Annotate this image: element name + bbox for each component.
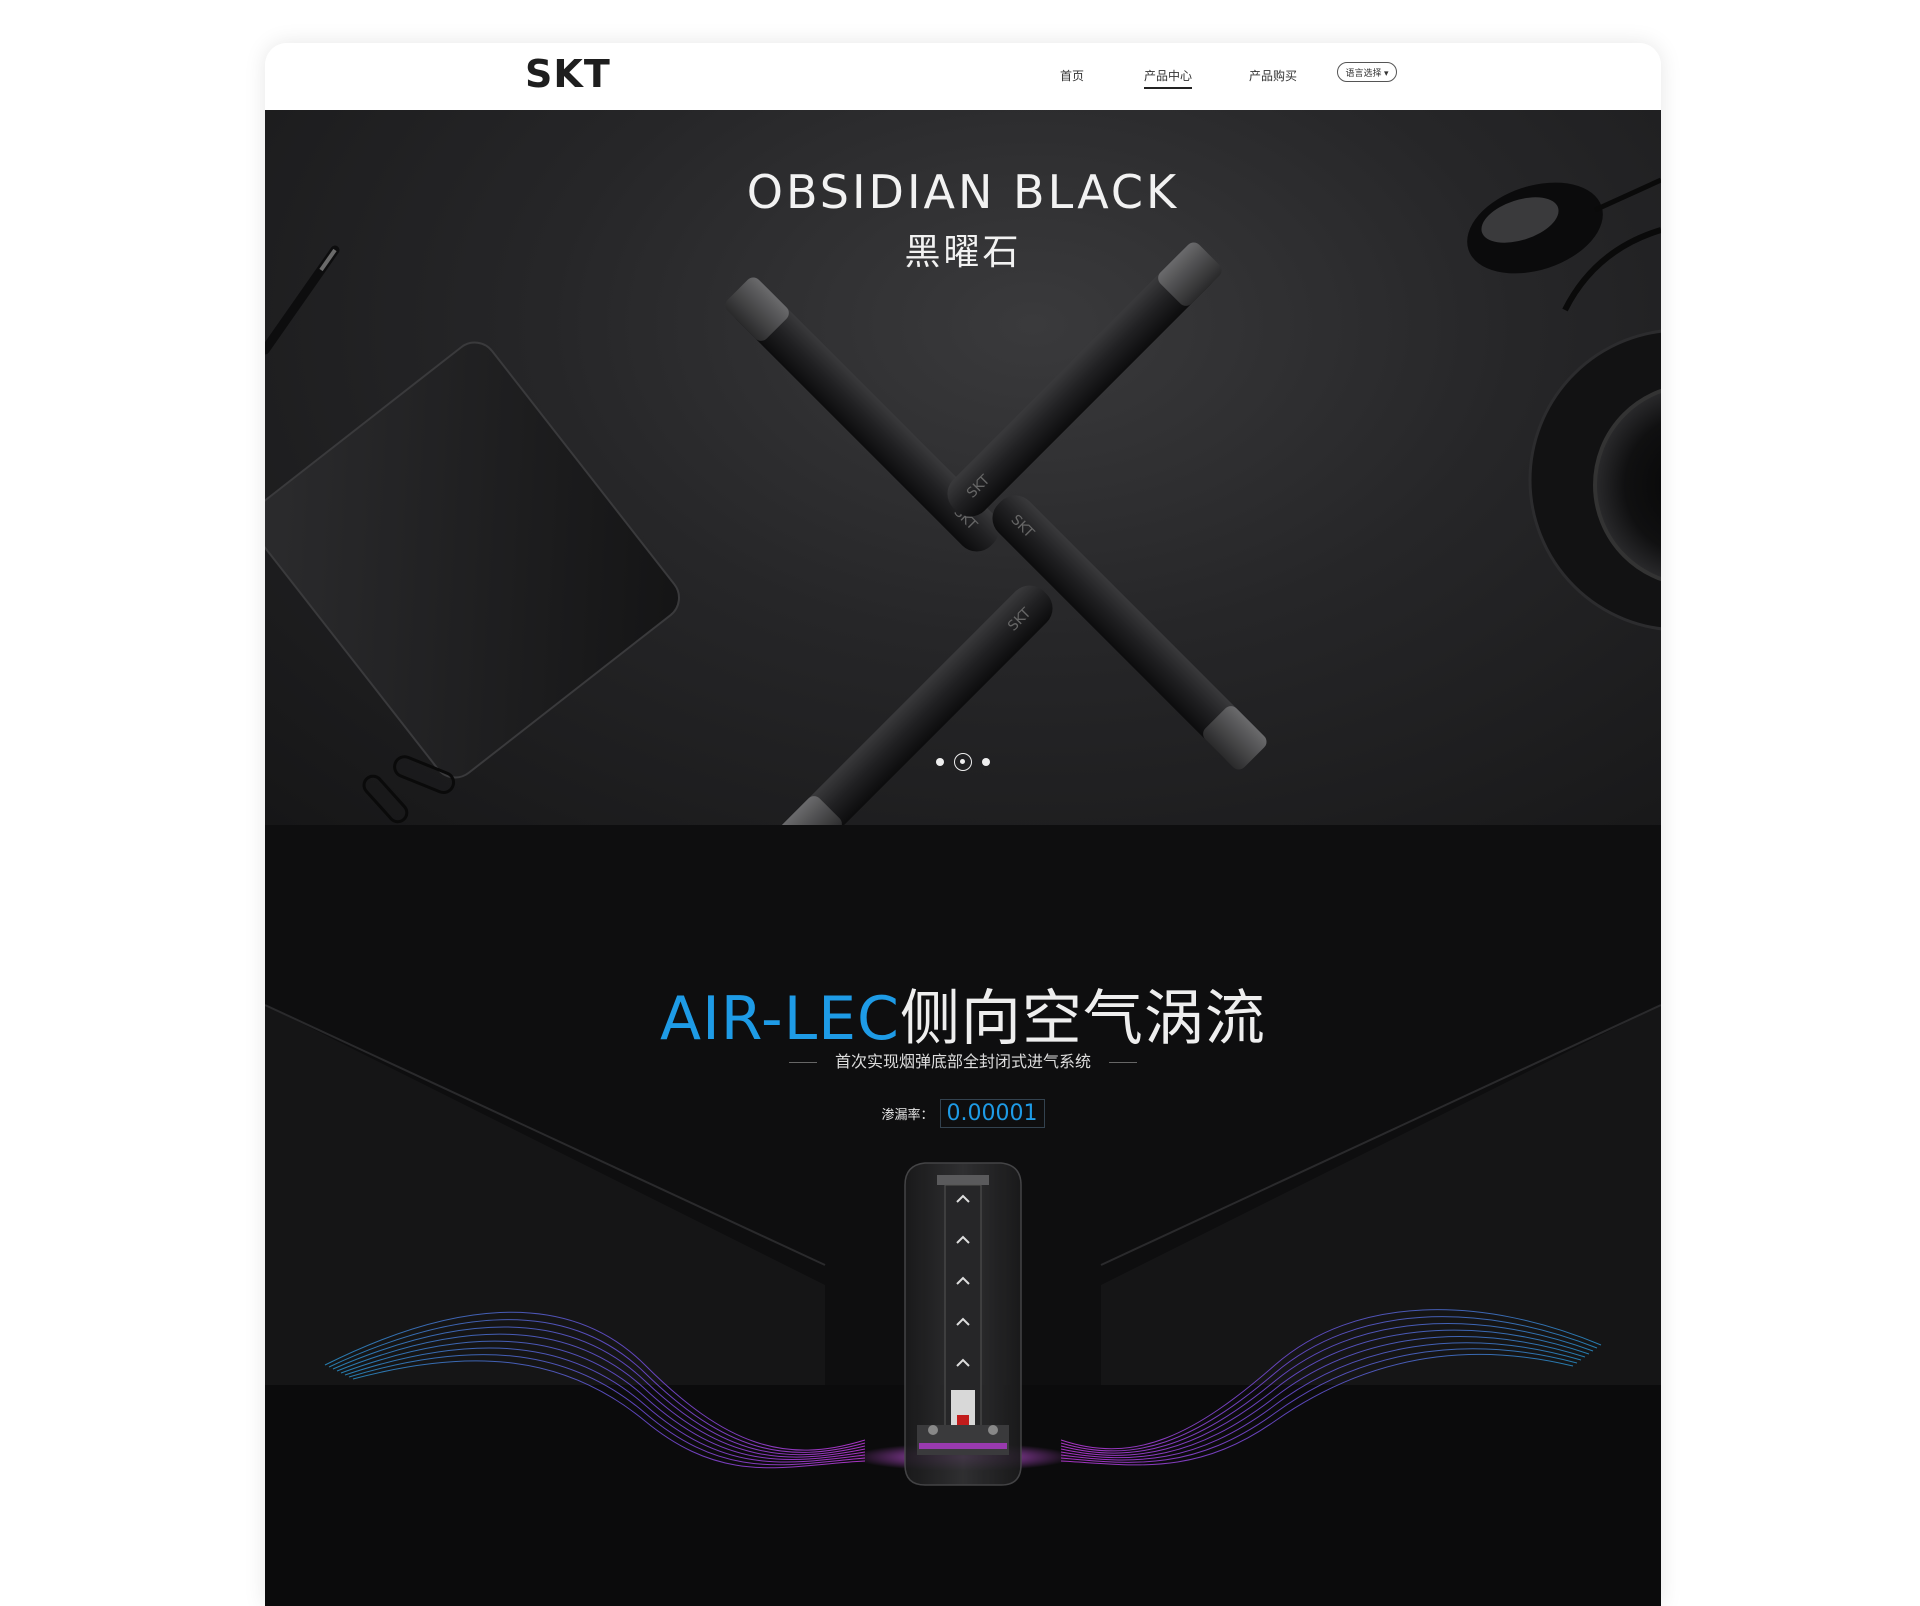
caret-down-icon: ▾ <box>1384 68 1389 78</box>
hero-title: OBSIDIAN BLACK <box>746 165 1180 219</box>
airlec-feature-section: AIR-LEC侧向空气涡流 首次实现烟弹底部全封闭式进气系统 渗漏率： 0.000… <box>265 825 1661 1606</box>
carousel-dot-2-active[interactable] <box>954 753 972 771</box>
leak-rate-value: 0.00001 <box>939 1099 1045 1128</box>
device-pod-1: SKT <box>725 277 1000 552</box>
nav-active-indicator <box>1144 87 1192 89</box>
carousel-dot-inner <box>960 759 965 764</box>
leak-rate-label: 渗漏率： <box>881 1107 934 1122</box>
feature-title-rest: 侧向空气涡流 <box>899 985 1266 1052</box>
leak-rate: 渗漏率： 0.00001 <box>265 1099 1661 1128</box>
feature-title: AIR-LEC侧向空气涡流 <box>265 970 1661 1057</box>
carousel-dot-1[interactable] <box>936 758 944 766</box>
hero-subtitle: 黑曜石 <box>904 231 1022 272</box>
language-select-label: 语言选择 <box>1345 68 1382 78</box>
device-pod-4: SKT <box>778 585 1053 825</box>
notebook-prop <box>265 341 680 779</box>
nav-item-products[interactable]: 产品中心 <box>1144 67 1192 84</box>
feature-subtitle: 首次实现烟弹底部全封闭式进气系统 <box>265 1048 1661 1072</box>
language-select-button[interactable]: 语言选择 ▾ <box>1337 62 1397 82</box>
hero-banner: SKT SKT SKT SKT OBSIDIAN BLACK 黑曜石 <box>265 110 1661 825</box>
coffee-cup-prop <box>1528 329 1661 631</box>
device-pod-2: SKT <box>947 242 1222 517</box>
pod-cross-section <box>904 1162 1022 1486</box>
brand-logo[interactable]: SKT <box>525 52 611 96</box>
nav-item-home[interactable]: 首页 <box>1060 67 1084 84</box>
feature-title-accent: AIR-LEC <box>660 984 900 1054</box>
carousel-dot-3[interactable] <box>982 758 990 766</box>
site-header: SKT 首页 产品中心 产品购买 语言选择 ▾ <box>265 43 1661 110</box>
nav-item-buy[interactable]: 产品购买 <box>1249 67 1297 84</box>
airlec-illustration <box>265 1004 1661 1606</box>
page-frame: SKT 首页 产品中心 产品购买 语言选择 ▾ SKT SKT SKT SKT … <box>265 43 1661 1606</box>
